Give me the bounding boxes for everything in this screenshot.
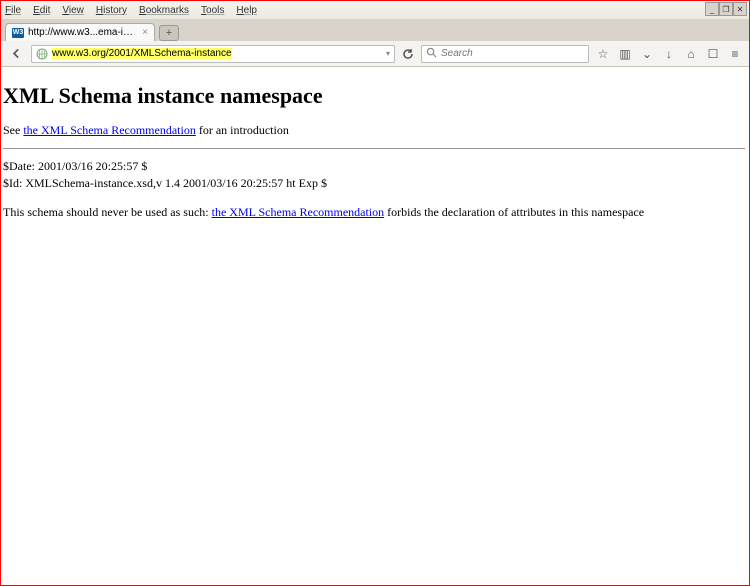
menu-help[interactable]: Help (236, 5, 257, 16)
menu-view[interactable]: View (62, 5, 84, 16)
reload-button[interactable] (401, 47, 415, 61)
url-dropdown-icon[interactable]: ▾ (386, 49, 390, 58)
date-line: $Date: 2001/03/16 20:25:57 $ (3, 159, 745, 174)
page-heading: XML Schema instance namespace (3, 83, 745, 109)
search-input[interactable] (441, 48, 584, 59)
menu-tools[interactable]: Tools (201, 5, 224, 16)
reader-icon[interactable]: ▥ (617, 46, 633, 62)
footer-suffix: forbids the declaration of attributes in… (384, 205, 644, 219)
close-window-button[interactable]: ✕ (733, 2, 747, 16)
url-text: www.w3.org/2001/XMLSchema-instance (52, 48, 382, 59)
window-controls: _ ❐ ✕ (705, 2, 747, 16)
globe-icon (36, 48, 48, 60)
page-content: XML Schema instance namespace See the XM… (1, 67, 749, 585)
intro-link[interactable]: the XML Schema Recommendation (23, 123, 196, 137)
pocket-icon[interactable]: ⌄ (639, 46, 655, 62)
reload-icon (402, 48, 414, 60)
minimize-button[interactable]: _ (705, 2, 719, 16)
downloads-icon[interactable]: ↓ (661, 46, 677, 62)
back-button[interactable] (7, 45, 25, 63)
footer-paragraph: This schema should never be used as such… (3, 205, 745, 220)
footer-prefix: This schema should never be used as such… (3, 205, 212, 219)
menu-edit[interactable]: Edit (33, 5, 50, 16)
tab-bar: W3 http://www.w3...ema-instance × + (1, 19, 749, 41)
browser-tab[interactable]: W3 http://www.w3...ema-instance × (5, 23, 155, 41)
favicon-icon: W3 (12, 28, 24, 38)
search-icon (426, 47, 437, 61)
new-tab-button[interactable]: + (159, 25, 179, 41)
divider (3, 148, 745, 149)
footer-link[interactable]: the XML Schema Recommendation (212, 205, 385, 219)
restore-button[interactable]: ❐ (719, 2, 733, 16)
menu-file[interactable]: File (5, 5, 21, 16)
home-icon[interactable]: ⌂ (683, 46, 699, 62)
menu-icon[interactable]: ≡ (727, 46, 743, 62)
url-input[interactable]: www.w3.org/2001/XMLSchema-instance ▾ (31, 45, 395, 63)
menu-bar: File Edit View History Bookmarks Tools H… (1, 1, 749, 19)
intro-suffix: for an introduction (196, 123, 289, 137)
bookmark-star-icon[interactable]: ☆ (595, 46, 611, 62)
tab-title: http://www.w3...ema-instance (28, 27, 138, 38)
chat-icon[interactable]: ☐ (705, 46, 721, 62)
menu-history[interactable]: History (96, 5, 127, 16)
address-toolbar: www.w3.org/2001/XMLSchema-instance ▾ ☆ ▥… (1, 41, 749, 67)
url-highlighted-segment: www.w3.org/2001/XMLSchema-instance (52, 48, 232, 59)
search-input-wrapper[interactable] (421, 45, 589, 63)
intro-prefix: See (3, 123, 23, 137)
menu-bookmarks[interactable]: Bookmarks (139, 5, 189, 16)
id-line: $Id: XMLSchema-instance.xsd,v 1.4 2001/0… (3, 176, 745, 191)
close-tab-icon[interactable]: × (142, 27, 148, 38)
back-arrow-icon (10, 47, 23, 60)
intro-paragraph: See the XML Schema Recommendation for an… (3, 123, 745, 138)
